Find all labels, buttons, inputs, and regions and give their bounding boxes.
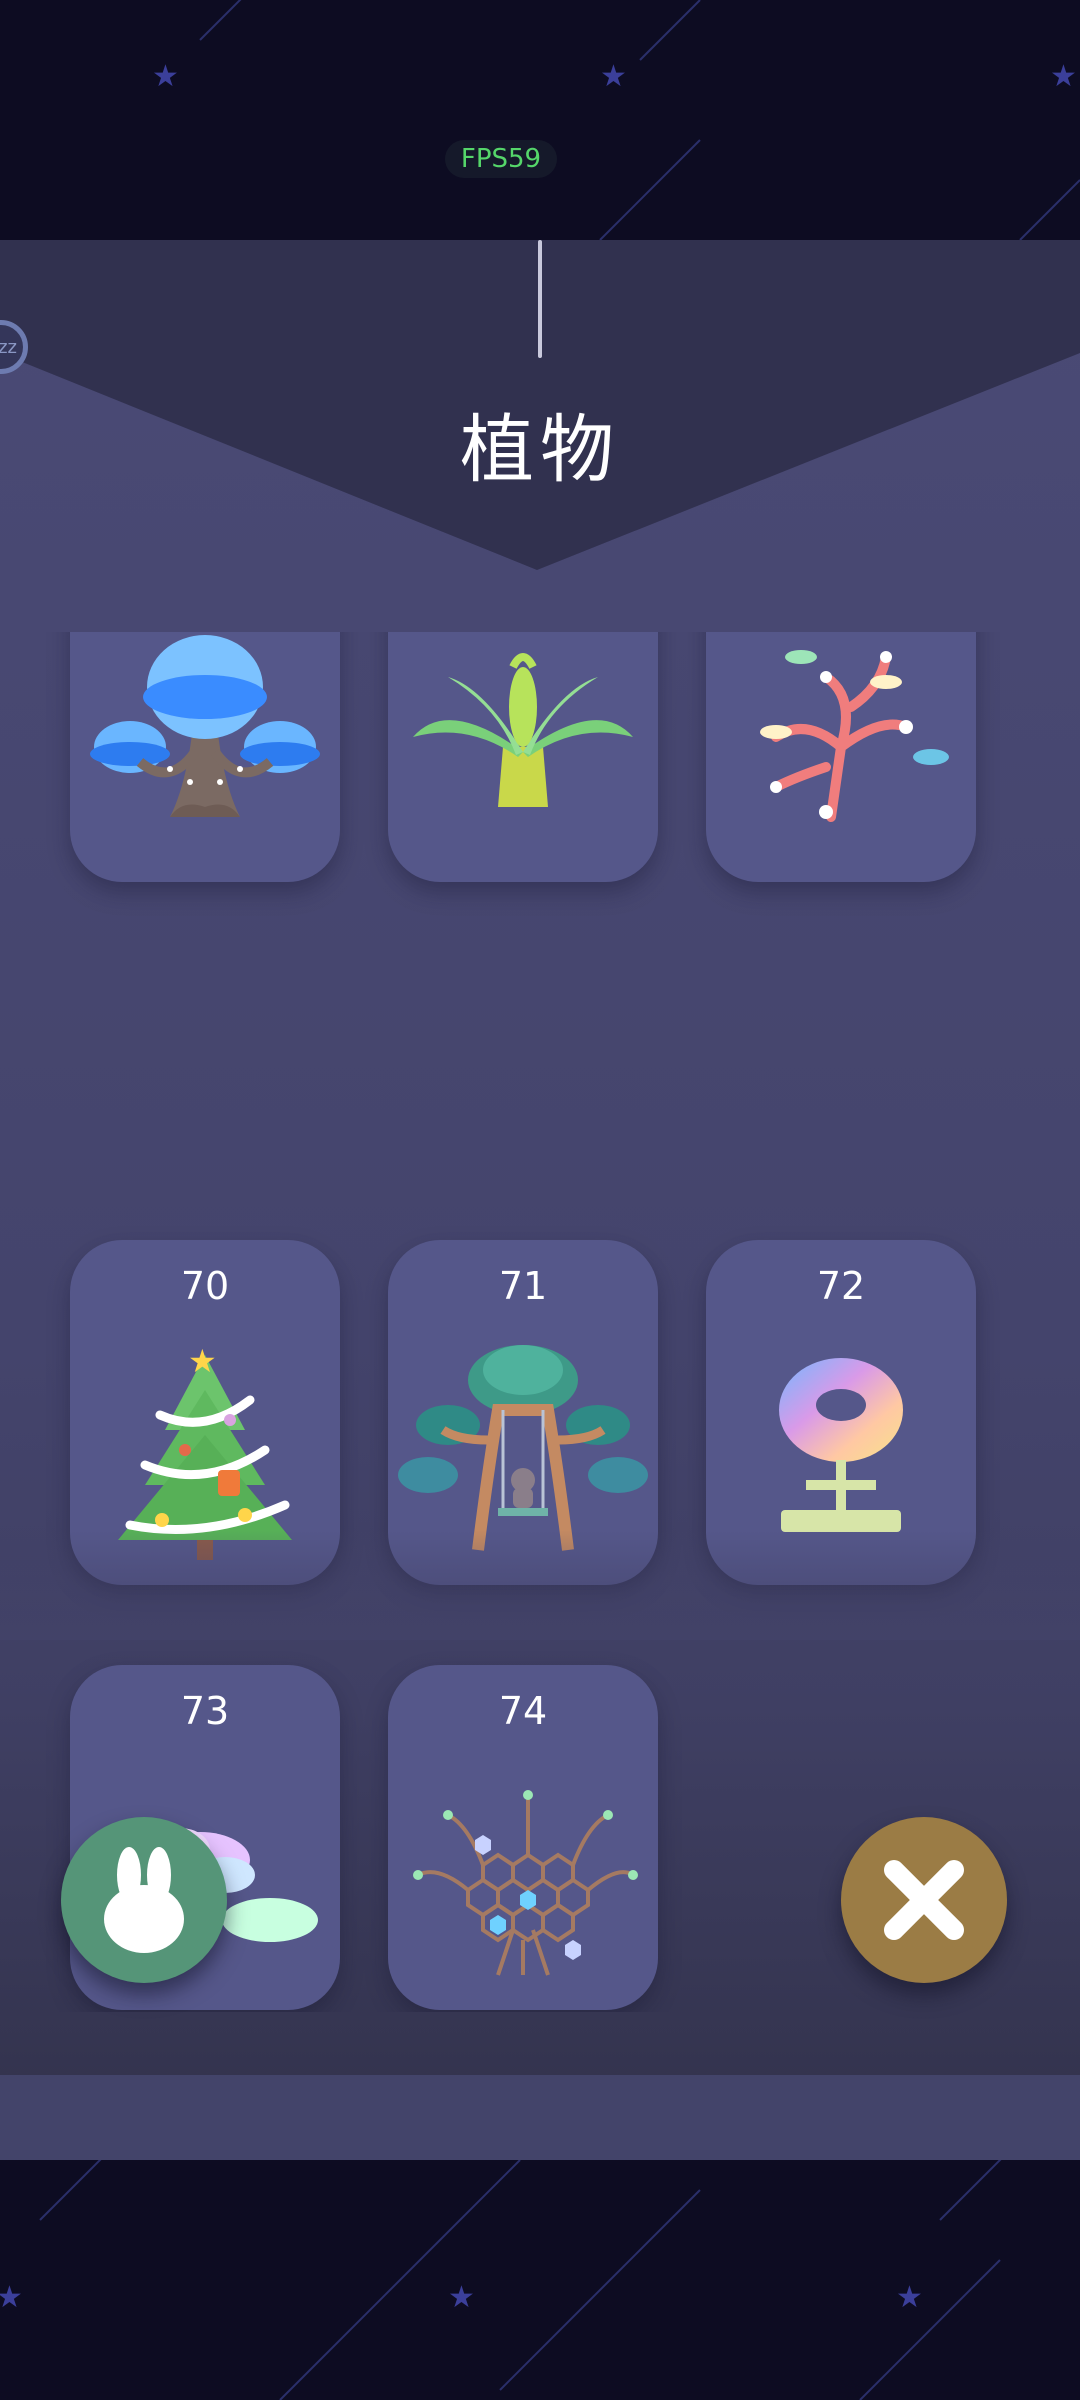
space-background-top: ★ ★ ★: [0, 0, 1080, 240]
svg-text:★: ★: [188, 1342, 217, 1380]
plant-card-74[interactable]: 74: [388, 1665, 658, 2010]
svg-text:★: ★: [152, 59, 179, 94]
panel-footer-strip: [0, 2075, 1080, 2160]
close-button[interactable]: [841, 1817, 1007, 1983]
svg-text:★: ★: [448, 2280, 475, 2315]
space-background-bottom: ★ ★ ★: [0, 2160, 1080, 2400]
plant-card-70[interactable]: 70 ★: [70, 1240, 340, 1585]
svg-text:★: ★: [896, 2280, 923, 2315]
fps-counter: FPS59: [445, 140, 557, 178]
bunny-icon: [104, 1847, 184, 1953]
plant-grid: 67: [0, 632, 1080, 2012]
plant-card-69[interactable]: 69: [706, 632, 976, 882]
hanging-string: [538, 240, 542, 358]
page-title: 植物: [460, 407, 620, 493]
svg-text:★: ★: [600, 59, 627, 94]
bunny-button[interactable]: [61, 1817, 227, 1983]
plant-collection-panel: zz 植物 67: [0, 240, 1080, 2075]
plant-card-67[interactable]: 67: [70, 632, 340, 882]
svg-text:★: ★: [0, 2280, 23, 2315]
plant-card-71[interactable]: 71: [388, 1240, 658, 1585]
svg-text:★: ★: [1050, 59, 1077, 94]
plant-card-68[interactable]: 68: [388, 632, 658, 882]
close-icon: [884, 1860, 964, 1940]
plant-card-72[interactable]: 72: [706, 1240, 976, 1585]
